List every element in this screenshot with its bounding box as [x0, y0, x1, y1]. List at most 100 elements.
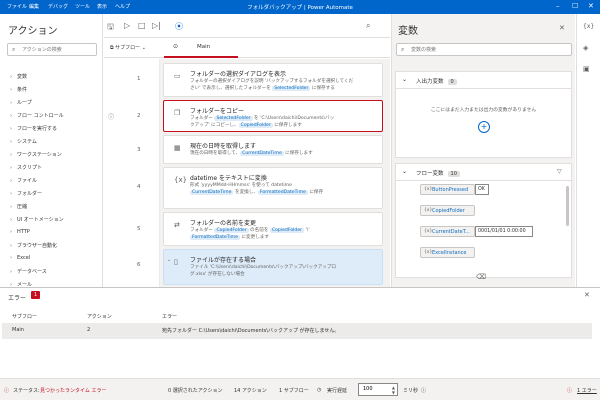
- eraser-icon[interactable]: ⌫: [476, 273, 486, 281]
- section-header[interactable]: ⌄ 入出力変数 0: [396, 72, 571, 89]
- variables-toggle-icon[interactable]: {x}: [583, 23, 594, 30]
- action-card-rename-folder[interactable]: ⇄ フォルダーの名前を変更 フォルダー CopiedFolder の名前を Co…: [163, 212, 383, 246]
- error-message: 宛先フォルダー C:\Users\daichi\Documents\バックアップ…: [162, 328, 340, 334]
- action-category[interactable]: › ファイル: [10, 177, 37, 184]
- main-tab-icon: ⊙: [173, 43, 179, 50]
- action-category[interactable]: › HTTP: [10, 229, 30, 235]
- action-card-get-datetime[interactable]: ▦ 現在の日時を取得します 現在の日時を取得して、 CurrentDateTime…: [163, 135, 383, 164]
- line-number: 6: [137, 262, 141, 268]
- action-category[interactable]: › 条件: [10, 86, 27, 93]
- images-icon[interactable]: ▣: [583, 65, 590, 73]
- folder-dialog-icon: ▭: [174, 72, 181, 80]
- variable-search-box[interactable]: ⌕: [396, 43, 572, 56]
- action-title: 現在の日時を取得します: [190, 143, 257, 150]
- desc-text: フォルダー: [190, 228, 215, 233]
- error-pane-title: エラー: [8, 295, 27, 302]
- chevron-right-icon: ›: [10, 255, 12, 261]
- stop-icon[interactable]: □: [138, 21, 146, 30]
- flow-canvas[interactable]: 1 ⓘ 2 3 4 5 6 ▭ フォルダーの選択ダイアログを表示 フォルダーの選…: [104, 59, 390, 287]
- flow-variable-chip[interactable]: {x} ExcelInstance: [420, 247, 475, 258]
- editor-toolbar: 🖫 ▷ □ ▷| ⦿ ⌕: [104, 14, 390, 38]
- action-category[interactable]: › ワークステーション: [10, 151, 62, 158]
- chevron-right-icon: ›: [10, 165, 12, 171]
- line-number-gutter: 1 ⓘ 2 3 4 5 6: [104, 59, 160, 287]
- spin-arrows-icon[interactable]: ▲ ▼: [392, 385, 395, 395]
- chevron-right-icon: ›: [10, 126, 12, 132]
- flow-variable-chip[interactable]: {x} ButtonPressed: [420, 184, 475, 195]
- action-category[interactable]: › 圧縮: [10, 203, 27, 210]
- error-row[interactable]: Main 2 宛先フォルダー C:\Users\daichi\Documents…: [2, 323, 592, 339]
- search-icon: ⌕: [12, 46, 16, 53]
- error-subflow: Main: [12, 327, 24, 333]
- desc-text: を変換し、: [233, 190, 258, 195]
- desc-text: に保存します: [272, 123, 302, 128]
- actions-count: 14 アクション: [234, 388, 267, 394]
- action-category[interactable]: › Excel: [10, 255, 30, 261]
- delay-input[interactable]: [363, 386, 389, 392]
- desc-text: さい' で表示し、選択したフォルダーを: [190, 86, 273, 91]
- desc-text: に保存します: [283, 151, 313, 156]
- action-category[interactable]: › フロー コントロール: [10, 112, 64, 119]
- minimize-icon[interactable]: –: [556, 2, 560, 10]
- flow-variable-chip[interactable]: {x} CurrentDateT...: [420, 226, 475, 237]
- status-value: 見つかったランタイム エラー: [40, 388, 107, 394]
- flow-variable-chip[interactable]: {x} CopiedFolder: [420, 205, 475, 216]
- ui-elements-icon[interactable]: ◈: [583, 44, 588, 52]
- filter-icon[interactable]: ▽: [557, 168, 562, 175]
- status-bar: ⓘ ステータス: 見つかったランタイム エラー 0 選択されたアクション 14 …: [0, 378, 600, 400]
- variable-name: ButtonPressed: [432, 187, 469, 193]
- action-category-label: フォルダー: [17, 191, 43, 197]
- action-search-box[interactable]: ⌕: [7, 43, 97, 56]
- action-category[interactable]: › データベース: [10, 268, 47, 275]
- action-card-if-file-exists[interactable]: ⌄ ▯ ファイルが存在する場合 ファイル 'C:\Users\daichi\Do…: [163, 249, 383, 285]
- action-category[interactable]: › フォルダー: [10, 190, 42, 197]
- save-icon[interactable]: 🖫: [107, 21, 114, 35]
- column-header-error: エラー: [162, 314, 178, 320]
- action-category[interactable]: › システム: [10, 138, 37, 145]
- variable-token: CurrentDateTime: [240, 151, 284, 156]
- step-icon[interactable]: ▷|: [152, 21, 161, 30]
- action-category-label: ループ: [17, 100, 32, 106]
- chevron-right-icon: ›: [10, 152, 12, 158]
- close-window-icon[interactable]: ✕: [588, 2, 594, 10]
- action-category[interactable]: › フローを実行する: [10, 125, 57, 132]
- search-flow-icon[interactable]: ⌕: [366, 21, 370, 31]
- action-category-label: スクリプト: [17, 165, 43, 171]
- flow-section-label: フロー変数: [416, 171, 444, 177]
- delay-label: 実行遅延: [327, 388, 348, 394]
- scrollbar[interactable]: [566, 186, 569, 226]
- close-icon[interactable]: ✕: [559, 24, 565, 32]
- record-icon[interactable]: ⦿: [175, 21, 183, 32]
- close-icon[interactable]: ✕: [584, 291, 590, 299]
- actions-panel: アクション ⌕ › 変数 › 条件 › ループ › フロー コントロール › フローを実行する › シ…: [0, 14, 103, 288]
- run-icon[interactable]: ▷: [124, 21, 130, 30]
- variable-token: FormattedDateTime: [190, 235, 240, 240]
- action-card-datetime-to-text[interactable]: {x} datetime をテキストに変換 形式 'yyyyMMdd-HHmms…: [163, 167, 383, 209]
- section-header[interactable]: ⌄ フロー変数 10 ▽: [396, 164, 571, 181]
- action-category[interactable]: › ループ: [10, 99, 32, 106]
- action-category[interactable]: › スクリプト: [10, 164, 42, 171]
- variable-token: SelectedFolder: [214, 116, 253, 121]
- tab-main[interactable]: ⊙ Main: [164, 38, 238, 58]
- action-category[interactable]: › ブラウザー自動化: [10, 242, 57, 249]
- main-tab-label: Main: [197, 44, 211, 50]
- delay-stepper[interactable]: ▲▼: [358, 383, 398, 396]
- action-card-copy-folder[interactable]: ❐ フォルダーをコピー フォルダー SelectedFolder を 'C:\U…: [163, 100, 383, 132]
- right-rail: {x} ◈ ▣: [576, 14, 600, 287]
- subflow-dropdown[interactable]: ⧉ サブフロー ⌄: [110, 44, 146, 51]
- action-category-label: データベース: [17, 269, 47, 275]
- clock-icon: ◷: [317, 387, 322, 393]
- action-category[interactable]: › 変数: [10, 73, 27, 80]
- action-search-input[interactable]: [22, 45, 92, 55]
- maximize-icon[interactable]: ☐: [572, 2, 578, 10]
- delay-unit: ミリ秒: [403, 388, 419, 394]
- variable-token: CopiedFolder: [269, 228, 305, 233]
- variable-token: CurrentDateTime: [190, 190, 234, 195]
- action-category[interactable]: › UI オートメーション: [10, 216, 64, 223]
- chevron-down-icon[interactable]: ⌄: [167, 257, 171, 263]
- help-icon[interactable]: ⓘ: [421, 387, 426, 394]
- errors-link[interactable]: 1 エラー: [577, 387, 597, 394]
- variable-search-input[interactable]: [411, 45, 481, 55]
- action-card-select-folder-dialog[interactable]: ▭ フォルダーの選択ダイアログを表示 フォルダーの選択ダイアログを説明 'バック…: [163, 63, 383, 97]
- add-variable-icon[interactable]: +: [478, 121, 490, 133]
